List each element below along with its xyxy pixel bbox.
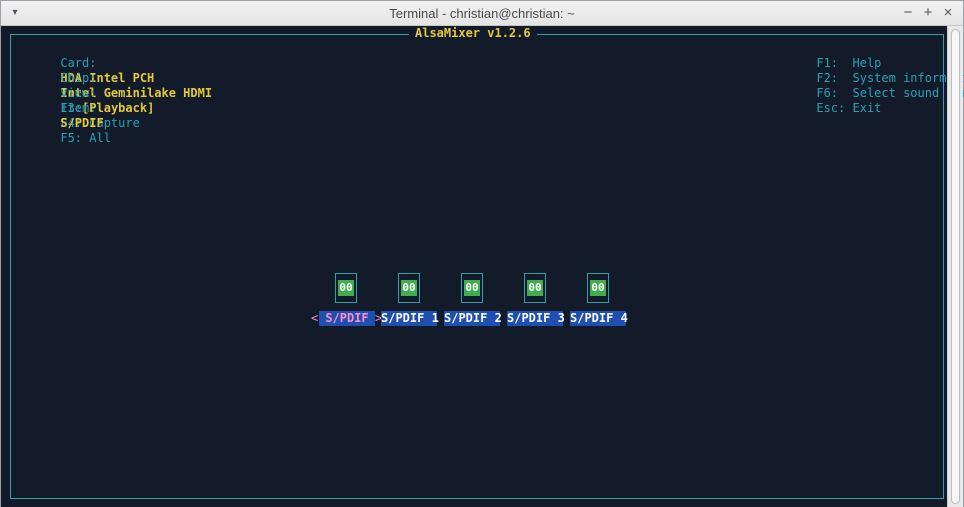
- switch-state: 00: [590, 280, 606, 296]
- title-bar: ▾ Terminal - christian@christian: ~ − + …: [1, 1, 963, 26]
- switch-state: 00: [401, 280, 417, 296]
- window-title: Terminal - christian@christian: ~: [389, 6, 575, 21]
- spdif-3-switch[interactable]: 00: [524, 273, 546, 303]
- alsamixer-title: AlsaMixer v1.2.6: [409, 26, 537, 41]
- help-key: Esc:: [816, 101, 846, 115]
- spdif-4-switch[interactable]: 00: [587, 273, 609, 303]
- minimize-icon[interactable]: −: [899, 4, 917, 22]
- help-line-esc: Esc: Exit: [773, 86, 881, 131]
- spdif-1-switch[interactable]: 00: [398, 273, 420, 303]
- terminal-area[interactable]: AlsaMixer v1.2.6 Card: HDA Intel PCH Chi…: [1, 26, 964, 507]
- maximize-icon[interactable]: +: [919, 4, 937, 22]
- switch-state: 00: [464, 280, 480, 296]
- item-label: Item:: [60, 101, 97, 115]
- control-name-spdif-4[interactable]: S/PDIF 4: [570, 311, 628, 326]
- control-name-spdif-2[interactable]: S/PDIF 2: [444, 311, 502, 326]
- help-desc: Exit: [852, 101, 882, 115]
- close-icon[interactable]: ×: [939, 4, 957, 22]
- item-line: Item: S/PDIF: [17, 86, 104, 146]
- vertical-scrollbar[interactable]: [947, 26, 963, 507]
- control-name-spdif-3[interactable]: S/PDIF 3: [507, 311, 565, 326]
- scrollbar-thumb[interactable]: [951, 29, 960, 504]
- item-value: S/PDIF: [60, 116, 104, 130]
- control-name-spdif-1[interactable]: S/PDIF 1: [381, 311, 439, 326]
- switch-state: 00: [338, 280, 354, 296]
- control-name-spdif[interactable]: S/PDIF: [319, 311, 375, 326]
- left-arrow: <: [311, 311, 319, 325]
- terminal-window: ▾ Terminal - christian@christian: ~ − + …: [0, 0, 964, 507]
- switch-state: 00: [527, 280, 543, 296]
- spdif-switch[interactable]: 00: [335, 273, 357, 303]
- spdif-2-switch[interactable]: 00: [461, 273, 483, 303]
